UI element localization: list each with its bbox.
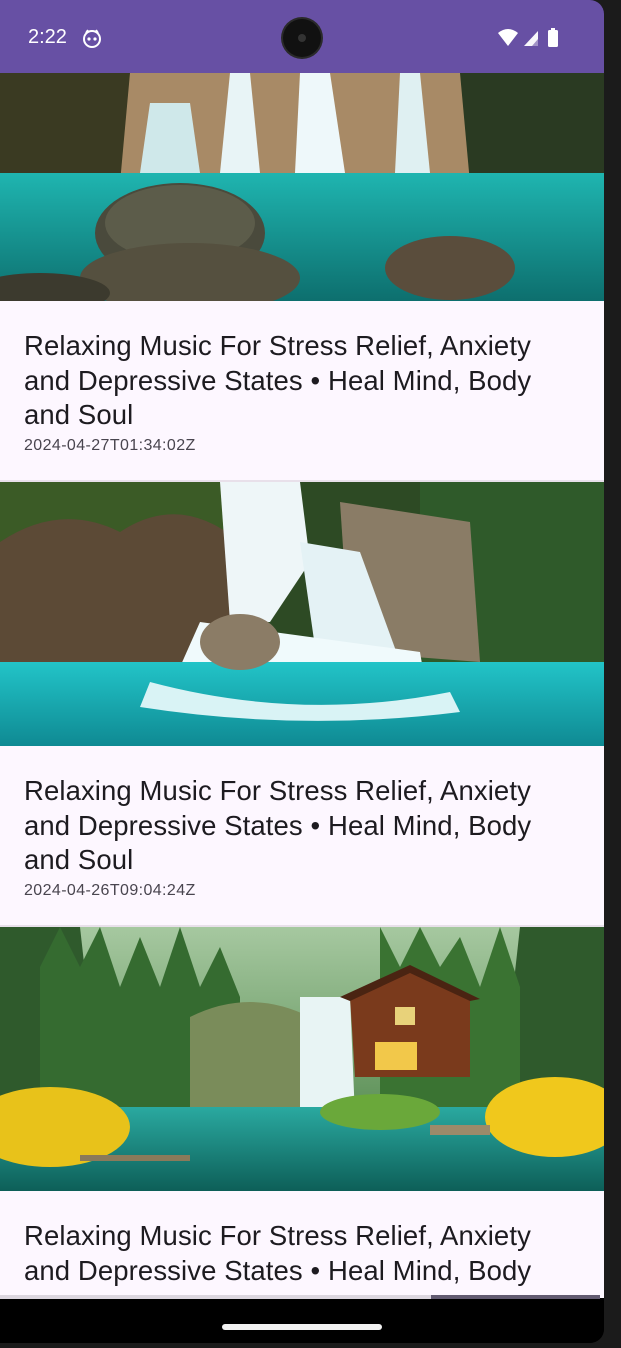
video-published-date: 2024-04-26T09:04:24Z (24, 881, 196, 899)
video-card[interactable]: Relaxing Music For Stress Relief, Anxiet… (0, 482, 604, 899)
video-thumbnail[interactable] (0, 482, 604, 746)
video-title[interactable]: Relaxing Music For Stress Relief, Anxiet… (24, 329, 584, 433)
video-title[interactable]: Relaxing Music For Stress Relief, Anxiet… (24, 774, 584, 878)
video-card[interactable]: Relaxing Music For Stress Relief, Anxiet… (0, 73, 604, 454)
phone-screen: 2:22 Relaxing Music For Stress Relief, A… (0, 0, 604, 1343)
video-title[interactable]: Relaxing Music For Stress Relief, Anxiet… (24, 1219, 584, 1288)
status-time: 2:22 (28, 26, 67, 48)
video-card[interactable]: Relaxing Music For Stress Relief, Anxiet… (0, 927, 604, 1286)
front-camera (283, 19, 321, 57)
battery-icon (548, 30, 558, 47)
video-info: Relaxing Music For Stress Relief, Anxiet… (24, 1219, 584, 1288)
video-thumbnail[interactable] (0, 927, 604, 1191)
status-icons (498, 28, 558, 47)
video-info: Relaxing Music For Stress Relief, Anxiet… (24, 329, 584, 455)
video-info: Relaxing Music For Stress Relief, Anxiet… (24, 774, 584, 900)
video-feed[interactable]: Relaxing Music For Stress Relief, Anxiet… (0, 73, 604, 1298)
wifi-icon (498, 29, 518, 46)
scroll-indicator[interactable] (431, 1295, 600, 1299)
video-thumbnail[interactable] (0, 73, 604, 301)
status-bar: 2:22 (0, 0, 604, 73)
video-published-date: 2024-04-27T01:34:02Z (24, 436, 196, 454)
home-gesture-handle[interactable] (222, 1324, 382, 1330)
notification-face-icon (83, 29, 101, 48)
